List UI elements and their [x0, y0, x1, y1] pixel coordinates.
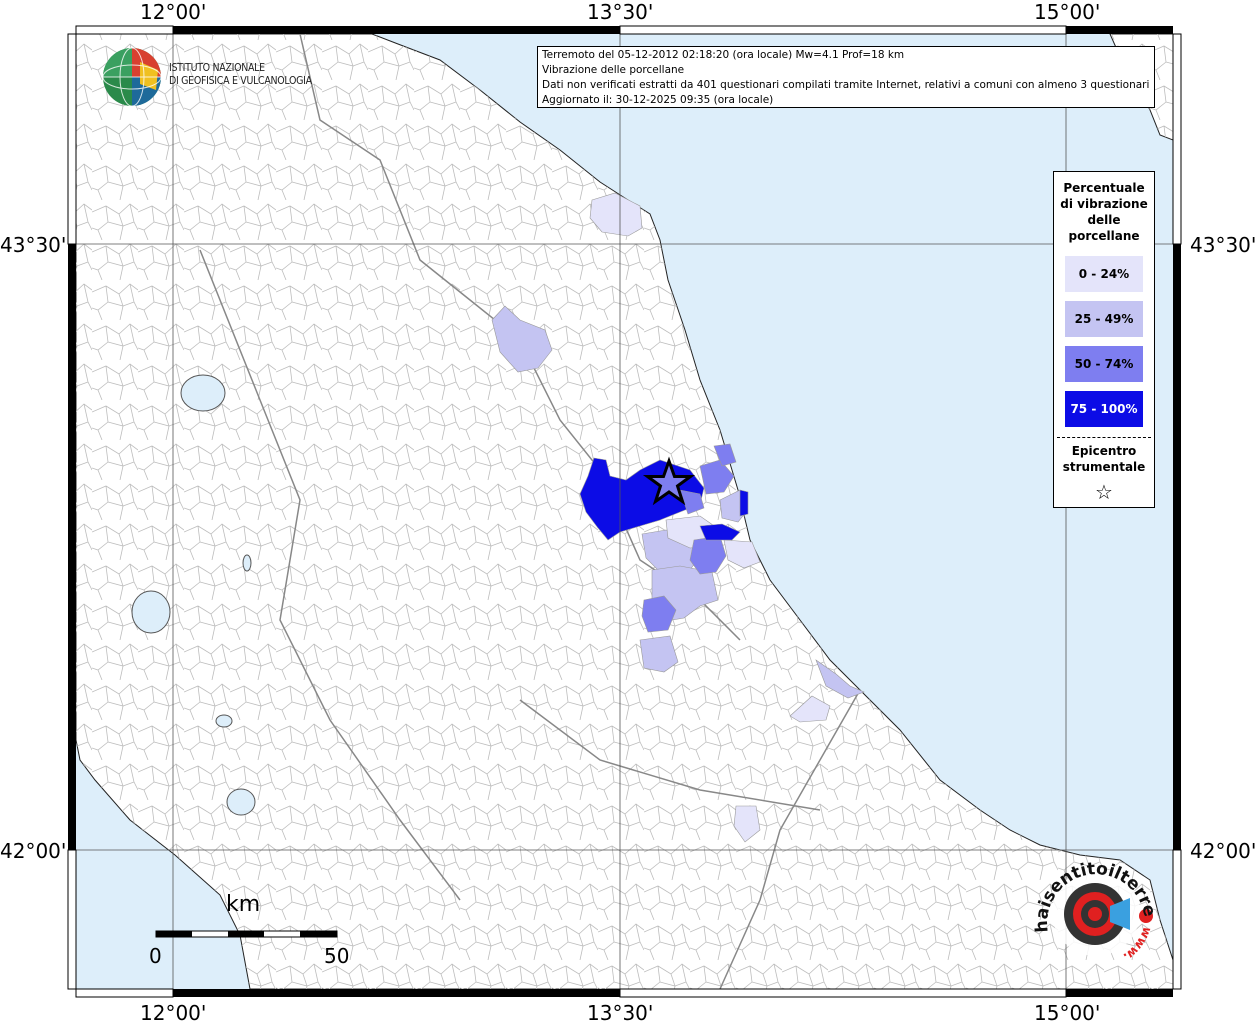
- legend-title-line3: delle: [1087, 213, 1121, 227]
- lat-label-left-2: 42°00': [0, 839, 67, 863]
- star-icon: ☆: [1095, 480, 1113, 504]
- legend-separator: [1057, 437, 1151, 438]
- lon-label-top-3: 15°00': [1034, 0, 1101, 24]
- legend-title-line1: Percentuale: [1063, 181, 1145, 195]
- lat-label-right-2: 42°00': [1190, 839, 1256, 863]
- legend-item-0-24: 0 - 24%: [1065, 256, 1143, 292]
- event-line: Terremoto del 05-12-2012 02:18:20 (ora l…: [542, 49, 905, 61]
- legend-epicenter-label: Epicentro strumentale: [1054, 443, 1154, 475]
- macroseismic-map: 12°00' 13°30' 15°00' 12°00' 13°30' 15°00…: [0, 0, 1256, 1025]
- lake-bolsena: [131, 590, 171, 634]
- legend-title-line4: porcellane: [1068, 229, 1140, 243]
- lat-label-left-1: 43°30': [0, 233, 67, 257]
- scale-min-label: 0: [149, 944, 162, 968]
- lon-label-bottom-3: 15°00': [1034, 1001, 1101, 1025]
- parameter-line: Vibrazione delle porcellane: [542, 64, 685, 76]
- legend-item-25-49: 25 - 49%: [1065, 301, 1143, 337]
- haisentito-logo-text: haisentitoilterremoto.it www.: [1026, 844, 1159, 964]
- event-info-box: Terremoto del 05-12-2012 02:18:20 (ora l…: [537, 46, 1155, 108]
- haisentito-brand-text: haisentitoilterremoto.it: [1026, 844, 1159, 933]
- lon-label-bottom-1: 12°00': [140, 1001, 207, 1025]
- lat-label-right-1: 43°30': [1190, 233, 1256, 257]
- legend-item-50-74: 50 - 74%: [1065, 346, 1143, 382]
- ingv-logo-icon: [102, 47, 162, 107]
- lon-label-bottom-2: 13°30': [587, 1001, 654, 1025]
- scale-unit-label: km: [226, 892, 261, 917]
- legend-title-line2: di vibrazione: [1060, 197, 1148, 211]
- legend-item-75-100: 75 - 100%: [1065, 391, 1143, 427]
- lake-trasimeno: [180, 374, 226, 412]
- legend-epicenter-line2: strumentale: [1062, 460, 1146, 474]
- haisentito-url-text: www.: [1121, 925, 1155, 964]
- legend: Percentuale di vibrazione delle porcella…: [1053, 171, 1155, 508]
- scale-max-label: 50: [324, 944, 350, 968]
- updated-line: Aggiornato il: 30-12-2025 09:35 (ora loc…: [542, 94, 774, 106]
- ingv-line1: ISTITUTO NAZIONALE: [169, 62, 265, 74]
- data-note-line: Dati non verificati estratti da 401 ques…: [542, 79, 1150, 91]
- scale-bar: [155, 930, 338, 938]
- lake-bracciano: [226, 788, 256, 816]
- legend-epicenter-line1: Epicentro: [1071, 444, 1137, 458]
- lake-vico: [215, 714, 233, 728]
- ingv-line2: DI GEOFISICA E VULCANOLOGIA: [169, 75, 312, 87]
- legend-title: Percentuale di vibrazione delle porcella…: [1054, 180, 1154, 244]
- lake-small: [242, 554, 252, 572]
- lon-label-top-2: 13°30': [587, 0, 654, 24]
- ingv-logo-text: ISTITUTO NAZIONALE DI GEOFISICA E VULCAN…: [169, 62, 312, 88]
- lon-label-top-1: 12°00': [140, 0, 207, 24]
